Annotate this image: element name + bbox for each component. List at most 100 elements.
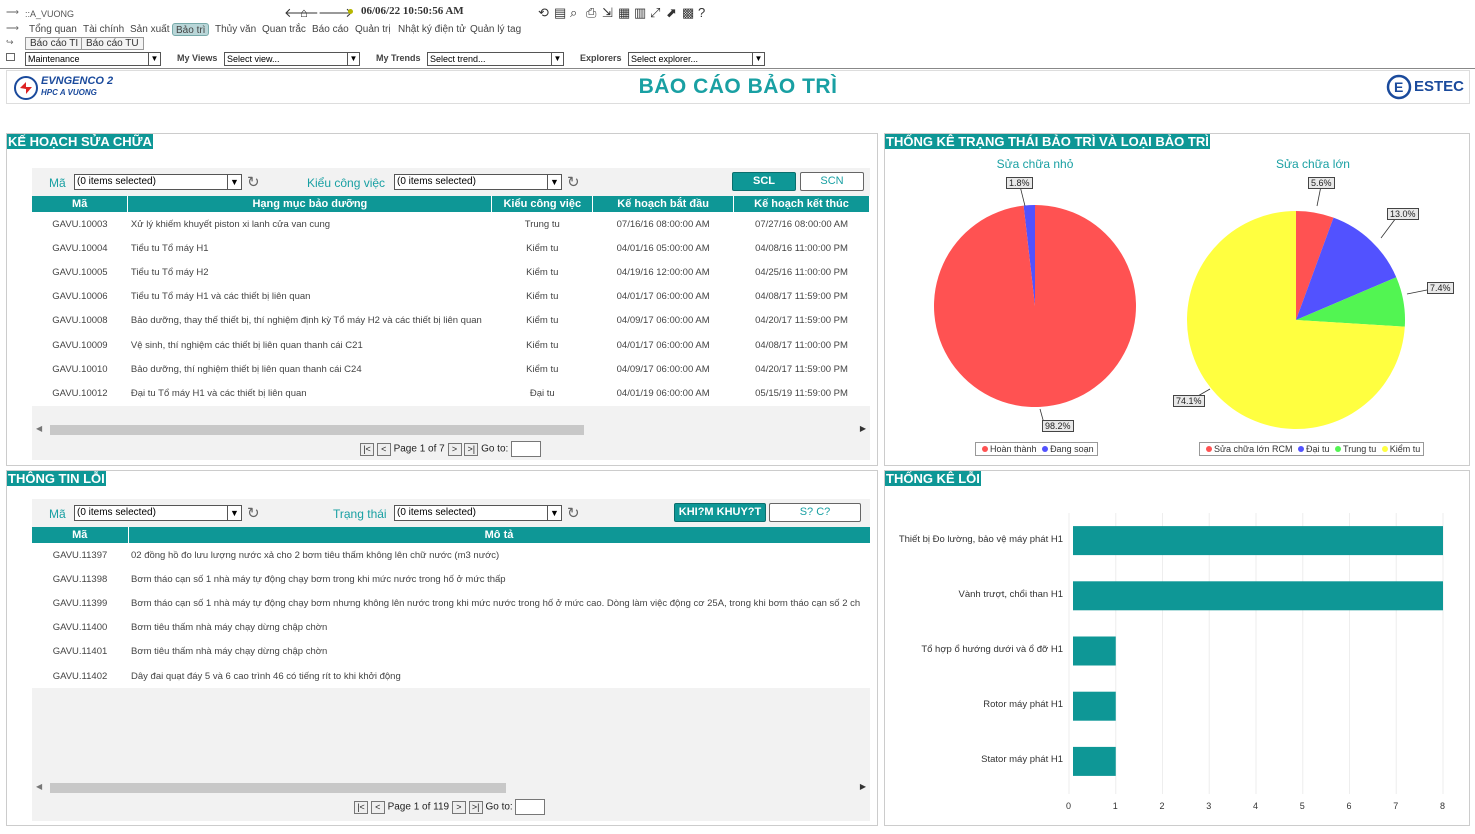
goto-input[interactable] [515, 799, 546, 815]
table-row[interactable]: GAVU.10006 Tiểu tu Tổ máy H1 và các thiết… [32, 285, 870, 309]
nav-tab[interactable]: Tổng quan [26, 23, 80, 36]
column-header[interactable]: Kế hoạch kết thúc [733, 196, 870, 212]
refresh-icon[interactable]: ↻ [247, 173, 260, 191]
incident-button[interactable]: S? C? [769, 503, 861, 522]
table-cell: Tiểu tu Tổ máy H2 [130, 266, 209, 278]
last-page-button[interactable]: >| [468, 800, 483, 814]
scroll-thumb[interactable] [50, 425, 584, 435]
return-arrow-icon[interactable]: ↪ [6, 37, 14, 48]
refresh-icon[interactable]: ↻ [247, 504, 260, 522]
prev-page-button[interactable]: < [370, 800, 385, 814]
last-page-button[interactable]: >| [464, 442, 479, 456]
table-row[interactable]: GAVU.10008 Bảo dưỡng, thay thế thiết bị, … [32, 309, 870, 333]
column-header[interactable]: Mã [32, 527, 129, 543]
checkbox-icon[interactable] [6, 53, 15, 61]
table-cell: Đại tu Tổ máy H1 và các thiết bị liên qu… [130, 387, 307, 399]
chart-icon[interactable]: ▩ [682, 5, 694, 21]
view-select[interactable]: Maintenance ▼ [25, 52, 161, 66]
bar[interactable] [1073, 636, 1116, 666]
refresh-icon[interactable]: ⟲ [538, 5, 549, 21]
table-row[interactable]: GAVU.10005 Tiểu tu Tổ máy H2 Kiểm tu 04/19/… [32, 260, 870, 284]
nav-tab[interactable]: Tài chính [80, 23, 127, 36]
site-name: ::A_VUONG [25, 9, 75, 19]
nav-tab[interactable]: Báo cáo [309, 23, 352, 36]
table-icon[interactable]: ▥ [634, 5, 646, 21]
scroll-right-icon[interactable]: ▶ [860, 782, 866, 791]
plan-filter-kieu[interactable]: (0 items selected) ▼ [394, 174, 562, 190]
column-header[interactable]: Kiểu công việc [491, 196, 594, 212]
faults-title: THÔNG TIN LỖI [7, 471, 106, 486]
my-views-select[interactable]: Select view... ▼ [224, 52, 360, 66]
column-header[interactable]: Kế hoạch bắt đầu [592, 196, 735, 212]
forward-arrow-icon[interactable]: ⟶ [6, 23, 19, 34]
nav-tab[interactable]: Quản trị [352, 23, 394, 36]
my-views-label: My Views [177, 53, 218, 63]
chevron-down-icon: ▼ [551, 53, 563, 65]
pie1-label-small: 1.8% [1006, 177, 1033, 189]
refresh-icon[interactable]: ↻ [567, 173, 580, 191]
trend-icon[interactable]: ⬈ [666, 5, 677, 21]
table-row[interactable]: GAVU.10010 Bảo dưỡng, thí nghiệm thiết bị… [32, 357, 870, 381]
faults-filter-status[interactable]: (0 items selected) ▼ [394, 505, 562, 521]
table-row[interactable]: GAVU.11399 Bơm tháo cạn số 1 nhà máy tự đ… [32, 591, 870, 615]
goto-input[interactable] [511, 441, 542, 457]
first-page-button[interactable]: |< [354, 800, 368, 814]
table-row[interactable]: GAVU.10003 Xử lý khiếm khuyết piston xi l… [32, 212, 870, 236]
table-row[interactable]: GAVU.10004 Tiểu tu Tổ máy H1 Kiểm tu 04/01/… [32, 236, 870, 260]
scl-button[interactable]: SCL [732, 172, 796, 191]
nav-tab[interactable]: Sản xuất [127, 23, 172, 36]
nav-tab[interactable]: Thủy văn [212, 23, 259, 36]
bar[interactable] [1073, 581, 1443, 611]
column-header[interactable]: Hạng mục bảo dưỡng [127, 196, 493, 212]
expand-icon[interactable]: ⤢ [650, 5, 660, 21]
table-row[interactable]: GAVU.11398 Bơm tháo cạn số 1 nhà máy tự đ… [32, 567, 870, 591]
subtab-bao-cao-tu[interactable]: Báo cáo TU [81, 37, 144, 50]
next-page-button[interactable]: > [451, 800, 466, 814]
bar[interactable] [1073, 526, 1443, 556]
scroll-left-icon[interactable]: ◀ [36, 782, 42, 791]
nav-tab[interactable]: Quan trắc [259, 23, 309, 36]
plan-hscroll[interactable]: ◀ ▶ [32, 423, 870, 437]
help-icon[interactable]: ? [698, 5, 705, 20]
column-header[interactable]: Mã [32, 196, 129, 212]
table-cell: Xử lý khiếm khuyết piston xi lanh cửa va… [130, 218, 331, 230]
column-header[interactable]: Mô tả [128, 527, 871, 543]
scn-button[interactable]: SCN [800, 172, 864, 191]
display-icon[interactable]: ▤ [554, 5, 566, 21]
my-trends-label: My Trends [376, 53, 421, 63]
explorers-select[interactable]: Select explorer... ▼ [628, 52, 765, 66]
next-page-button[interactable]: > [447, 442, 462, 456]
table-row[interactable]: GAVU.11400 Bơm tiêu thấm nhà máy chạy dừn… [32, 616, 870, 640]
scroll-left-icon[interactable]: ◀ [36, 424, 42, 433]
export-icon[interactable]: ⇲ [602, 5, 613, 21]
back-arrow-icon[interactable]: ⟶ [6, 7, 19, 18]
refresh-icon[interactable]: ↻ [567, 504, 580, 522]
table-row[interactable]: GAVU.11402 Dây đai quạt đáy 5 và 6 cao tr… [32, 664, 870, 688]
nav-tab[interactable]: Quản lý tag [467, 23, 524, 36]
scroll-right-icon[interactable]: ▶ [860, 424, 866, 433]
plan-filter-ma[interactable]: (0 items selected) ▼ [74, 174, 242, 190]
first-page-button[interactable]: |< [360, 442, 374, 456]
home-icon[interactable]: ⌂ [300, 5, 308, 20]
svg-text:E: E [1394, 79, 1403, 95]
print-icon[interactable]: ⎙ [586, 5, 596, 21]
faults-hscroll[interactable]: ◀ ▶ [32, 781, 870, 795]
nav-tab[interactable]: Nhật ký điện tử [395, 23, 469, 36]
search-icon[interactable]: ⌕ [570, 5, 577, 21]
nav-tab[interactable]: Bảo trì [172, 23, 210, 36]
scroll-thumb[interactable] [50, 783, 506, 793]
faults-filter-ma[interactable]: (0 items selected) ▼ [74, 505, 242, 521]
prev-page-button[interactable]: < [376, 442, 391, 456]
table-row[interactable]: GAVU.11401 Bơm tiêu thấm nhà máy chạy dừn… [32, 640, 870, 664]
table-cell: GAVU.10004 [52, 242, 108, 254]
pie-slice[interactable] [933, 205, 1136, 407]
defect-button[interactable]: KHI?M KHUY?T [674, 503, 766, 522]
grid-icon[interactable]: ▦ [618, 5, 630, 21]
table-row[interactable]: GAVU.10012 Đại tu Tổ máy H1 và các thiết … [32, 381, 870, 405]
my-trends-select[interactable]: Select trend... ▼ [427, 52, 564, 66]
subtab-bao-cao-ti[interactable]: Báo cáo TI [25, 37, 84, 50]
bar[interactable] [1073, 691, 1116, 721]
table-row[interactable]: GAVU.11397 02 đồng hồ đo lưu lượng nước x… [32, 543, 870, 567]
table-row[interactable]: GAVU.10009 Vệ sinh, thí nghiệm các thiết … [32, 333, 870, 357]
bar[interactable] [1073, 746, 1116, 776]
